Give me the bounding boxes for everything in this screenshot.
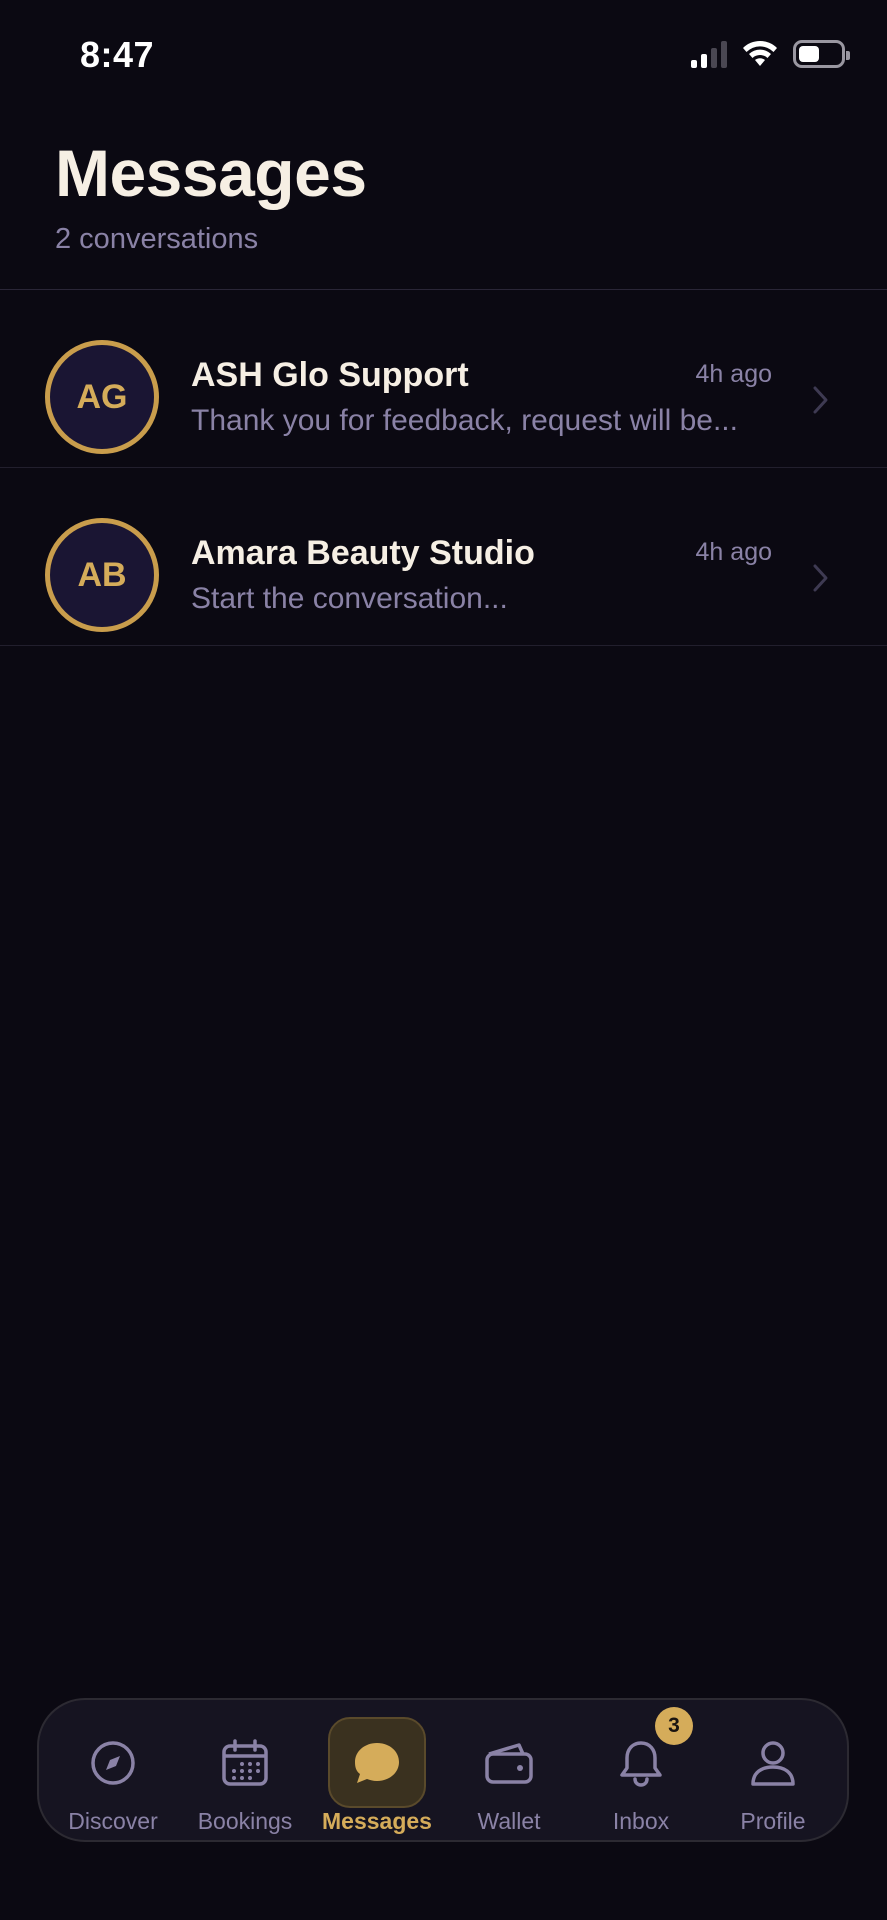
calendar-icon (196, 1717, 294, 1808)
tab-discover[interactable]: Discover (49, 1705, 177, 1835)
conversation-time: 4h ago (695, 360, 772, 388)
person-icon (724, 1717, 822, 1808)
tab-wallet[interactable]: Wallet (445, 1705, 573, 1835)
tab-label: Messages (322, 1808, 432, 1834)
conversation-list: AG ASH Glo Support 4h ago Thank you for … (0, 290, 887, 646)
page-title: Messages (55, 136, 367, 210)
chevron-right-icon (811, 562, 831, 599)
tab-label: Profile (740, 1808, 806, 1834)
conversation-row-ash-glo-support[interactable]: AG ASH Glo Support 4h ago Thank you for … (0, 290, 887, 468)
compass-icon (64, 1717, 162, 1808)
messages-screen: 8:47 Messages 2 conversations AG ASH Glo… (0, 0, 887, 1920)
avatar: AB (45, 518, 159, 632)
tab-label: Wallet (477, 1808, 541, 1834)
conversation-time: 4h ago (695, 538, 772, 566)
tab-label: Bookings (197, 1808, 293, 1834)
status-icons (691, 40, 850, 68)
tab-profile[interactable]: Profile (709, 1705, 837, 1835)
conversation-preview: Thank you for feedback, request will be.… (191, 404, 738, 437)
status-bar: 8:47 (0, 0, 887, 112)
wifi-icon (741, 40, 779, 68)
tab-inbox[interactable]: 3 Inbox (577, 1705, 705, 1835)
conversation-name: Amara Beauty Studio (191, 534, 535, 572)
conversation-name: ASH Glo Support (191, 356, 469, 394)
chevron-right-icon (811, 384, 831, 421)
avatar: AG (45, 340, 159, 454)
conversation-row-amara-beauty-studio[interactable]: AB Amara Beauty Studio 4h ago Start the … (0, 468, 887, 646)
tab-label: Inbox (612, 1808, 670, 1834)
tab-bookings[interactable]: Bookings (181, 1705, 309, 1835)
battery-icon (793, 40, 850, 68)
status-time: 8:47 (80, 34, 155, 75)
wallet-icon (460, 1717, 558, 1808)
tab-bar: Discover Bookings Messages Wallet 3 Inbo… (37, 1698, 849, 1842)
tab-label: Discover (68, 1808, 158, 1834)
conversation-preview: Start the conversation... (191, 582, 508, 615)
page-header: Messages 2 conversations (55, 135, 367, 256)
conversation-count: 2 conversations (55, 223, 259, 255)
tab-messages[interactable]: Messages (313, 1705, 441, 1835)
notification-badge: 3 (655, 1707, 693, 1745)
chat-bubble-icon (328, 1717, 426, 1808)
signal-icon (691, 40, 727, 68)
